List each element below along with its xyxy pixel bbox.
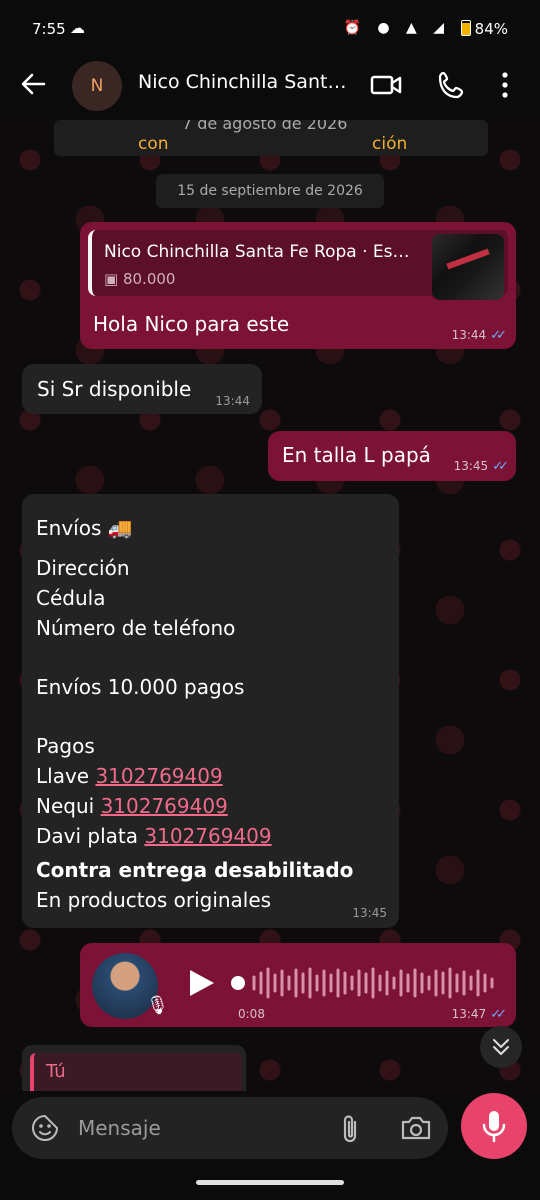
date-chip: 15 de septiembre de 2026: [156, 174, 384, 208]
mic-small-icon: 🎙: [146, 995, 169, 1016]
message-bubble-quoted[interactable]: Nico Chinchilla Santa Fe Ropa · Es… ▣ 80…: [80, 222, 516, 349]
battery-level: 84%: [474, 20, 508, 38]
image-icon: ▣: [104, 270, 119, 288]
message-text: Si Sr disponible: [37, 377, 192, 401]
voice-record-button[interactable]: [461, 1093, 527, 1159]
camera-icon[interactable]: [400, 1113, 432, 1147]
thumbnail-stripe: [446, 248, 490, 270]
video-call-icon[interactable]: [366, 65, 406, 105]
contact-name[interactable]: Nico Chinchilla Santa Fe Ropa: [138, 71, 353, 93]
message-bubble-outgoing[interactable]: En talla L papá 13:45 ✓✓: [268, 431, 516, 481]
quote-price-row: ▣ 80.000: [104, 270, 175, 288]
battery-indicator: 84%: [460, 20, 508, 38]
battery-icon: [460, 20, 471, 36]
reply-preview-bubble[interactable]: Tú: [22, 1045, 246, 1091]
phone-link-llave[interactable]: 3102769409: [95, 764, 222, 788]
status-time: 7:55: [32, 20, 66, 38]
line-envios: Envíos 🚚: [36, 516, 133, 540]
status-bar: 7:55 ☁ ⏰ ● ▲ ◢ 84%: [0, 0, 540, 62]
back-arrow-icon[interactable]: [18, 69, 48, 105]
line-direccion: Dirección: [36, 556, 130, 580]
message-composer: [12, 1097, 448, 1159]
sticker-icon[interactable]: [30, 1113, 60, 1147]
message-time: 13:44 ✓✓: [451, 328, 507, 343]
quote-price: 80.000: [122, 270, 176, 288]
message-time: 13:45: [352, 906, 387, 920]
line-nequi: Nequi 3102769409: [36, 794, 228, 818]
line-originales: En productos originales: [36, 888, 272, 912]
phone-call-icon[interactable]: [432, 65, 472, 105]
time-text: 13:45: [453, 459, 489, 473]
time-text: 13:44: [451, 328, 487, 342]
attach-icon[interactable]: [338, 1113, 362, 1149]
line-pagos: Pagos: [36, 734, 95, 758]
message-time: 13:47 ✓✓: [451, 1007, 507, 1022]
line-telefono: Número de teléfono: [36, 616, 236, 640]
time-text: 13:47: [451, 1007, 487, 1021]
message-bubble-incoming[interactable]: Si Sr disponible 13:44: [22, 364, 262, 414]
reply-quote: Tú: [30, 1053, 242, 1091]
line-envios-pagos: Envíos 10.000 pagos: [36, 675, 245, 699]
message-text: En talla L papá: [282, 443, 431, 467]
message-input[interactable]: [76, 1111, 320, 1145]
chat-header: N Nico Chinchilla Santa Fe Ropa: [0, 55, 540, 119]
product-thumbnail[interactable]: [432, 234, 504, 300]
phone-link-nequi[interactable]: 3102769409: [101, 794, 228, 818]
double-check-icon: ✓✓: [490, 1007, 507, 1022]
llave-label: Llave: [36, 764, 96, 788]
more-options-icon[interactable]: [490, 65, 520, 105]
status-icons: ⏰ ● ▲ ◢: [343, 20, 450, 36]
partial-banner: con 7 de agosto de 2026 ción: [54, 120, 488, 156]
line-cedula: Cédula: [36, 586, 106, 610]
partial-date-text: 7 de agosto de 2026: [182, 120, 348, 133]
quote-title: Nico Chinchilla Santa Fe Ropa · Es…: [104, 242, 410, 262]
voice-duration: 0:08: [238, 1007, 265, 1021]
waveform[interactable]: [230, 965, 500, 1001]
line-davi: Davi plata 3102769409: [36, 824, 272, 848]
banner-left-text: con: [138, 134, 169, 154]
double-check-icon: ✓✓: [492, 459, 509, 474]
message-time: 13:45 ✓✓: [453, 459, 509, 474]
voice-message-bubble[interactable]: 🎙 0:08 13:47 ✓✓: [80, 943, 516, 1027]
line-contra-entrega: Contra entrega desabilitado: [36, 858, 354, 882]
scroll-down-icon[interactable]: [480, 1026, 522, 1068]
home-indicator[interactable]: [196, 1180, 344, 1185]
message-text: Hola Nico para este: [93, 312, 290, 336]
quoted-product[interactable]: Nico Chinchilla Santa Fe Ropa · Es… ▣ 80…: [88, 230, 508, 300]
line-llave: Llave 3102769409: [36, 764, 223, 788]
banner-right-text: ción: [372, 134, 408, 154]
cloud-icon: ☁: [70, 19, 85, 37]
nequi-label: Nequi: [36, 794, 101, 818]
message-time: 13:44: [215, 394, 250, 408]
phone-link-davi[interactable]: 3102769409: [144, 824, 271, 848]
double-check-icon: ✓✓: [490, 328, 507, 343]
reply-label: Tú: [46, 1061, 66, 1082]
mic-icon: [482, 1111, 506, 1143]
davi-label: Davi plata: [36, 824, 145, 848]
message-bubble-info[interactable]: Envíos 🚚 Dirección Cédula Número de telé…: [22, 494, 399, 928]
avatar[interactable]: N: [72, 61, 122, 111]
play-icon[interactable]: [186, 967, 216, 1003]
